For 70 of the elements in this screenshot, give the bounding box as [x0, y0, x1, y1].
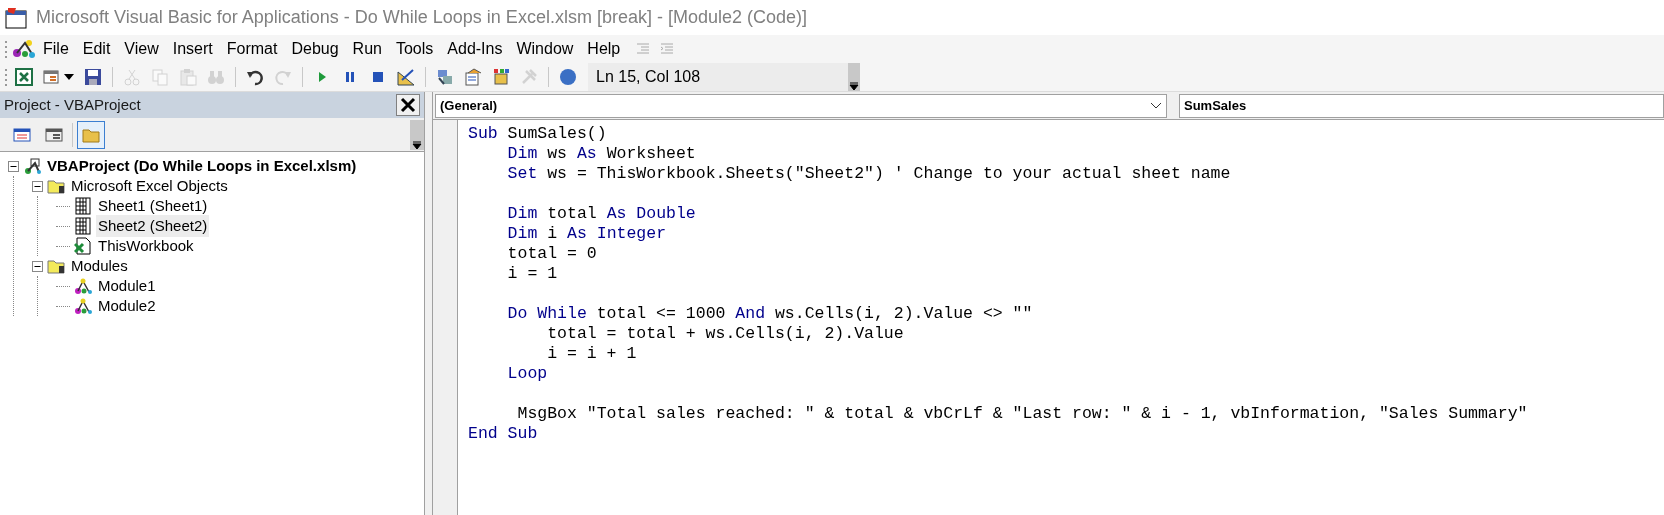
scissors-icon [123, 67, 141, 86]
workbook-icon [74, 237, 92, 255]
toolbar-overflow-button[interactable] [848, 62, 860, 91]
menu-item[interactable]: Tools [388, 36, 441, 61]
worksheet-icon [74, 217, 92, 235]
close-icon [400, 97, 416, 113]
code-line: Do While total <= 1000 And ws.Cells(i, 2).Value <> "" [507, 304, 1033, 323]
menu-item[interactable]: File [36, 36, 76, 61]
properties-icon [464, 67, 482, 86]
overflow-icon [412, 139, 422, 150]
clipboard-icon [179, 67, 197, 86]
menu-item[interactable]: Run [345, 36, 389, 61]
insert-form-icon [43, 67, 61, 86]
app-icon [4, 5, 28, 30]
code-line: Sub SumSales() [468, 124, 607, 143]
menu-item[interactable]: View [117, 36, 166, 61]
collapse-icon[interactable] [32, 180, 43, 192]
code-line: MsgBox "Total sales reached: " & total & vbCrLf & "Last row: " & i - 1, vbInformation, "Sales Summary" [516, 404, 1528, 423]
menu-item[interactable]: Add-Ins [440, 36, 510, 61]
design-mode-icon [397, 67, 415, 86]
collapse-icon[interactable] [8, 160, 19, 172]
excel-icon [15, 67, 33, 86]
code-line: Dim i As Integer [507, 224, 667, 243]
folder-icon [47, 257, 65, 275]
copy-icon [151, 67, 169, 86]
code-line: Set ws = ThisWorkbook.Sheets("Sheet2") ' Change to your actual sheet name [507, 164, 1231, 183]
code-line: Loop [507, 364, 548, 383]
code-line: i = i + 1 [547, 344, 637, 363]
collapse-icon[interactable] [32, 260, 43, 272]
hammer-icon [520, 67, 538, 86]
code-line: total = 0 [507, 244, 597, 263]
panel-title: Project - VBAProject [4, 94, 141, 115]
vba-logo-icon [12, 37, 36, 60]
grip-icon [4, 39, 8, 58]
chevron-down-icon [1150, 101, 1162, 110]
code-line: i = 1 [507, 264, 558, 283]
object-dropdown[interactable]: (General) [435, 93, 1167, 118]
code-line: total = total + ws.Cells(i, 2).Value [547, 324, 904, 343]
save-icon [84, 67, 102, 86]
project-explorer-icon [436, 67, 454, 86]
window-title: Microsoft Visual Basic for Applications - Do While Loops in Excel.xlsm [break] - [Module2 (Code)] [36, 6, 807, 29]
overflow-icon [849, 80, 859, 91]
dropdown-value: (General) [440, 96, 498, 115]
menu-item[interactable]: Debug [284, 36, 346, 61]
view-code-icon [13, 125, 31, 144]
folder-icon [47, 177, 65, 195]
menu-item[interactable]: Insert [165, 36, 220, 61]
code-line: Dim ws As Worksheet [507, 144, 696, 163]
toolbar-overflow-button[interactable] [410, 119, 424, 150]
menu-item[interactable]: Window [509, 36, 581, 61]
menu-item[interactable]: Format [219, 36, 285, 61]
procedure-dropdown[interactable]: SumSales [1179, 93, 1664, 118]
object-browser-icon [492, 67, 510, 86]
menu-item[interactable]: Edit [75, 36, 118, 61]
code-line: Dim total As Double [507, 204, 696, 223]
folder-button[interactable] [77, 120, 105, 149]
close-button[interactable] [396, 94, 420, 116]
project-icon [23, 157, 41, 175]
cursor-position: Ln 15, Col 108 [588, 62, 848, 91]
code-line: End Sub [468, 424, 538, 443]
view-object-icon [45, 125, 63, 144]
worksheet-icon [74, 197, 92, 215]
help-icon [559, 67, 577, 86]
dropdown-value: SumSales [1184, 96, 1247, 115]
grip-icon [4, 67, 8, 86]
caret-icon [64, 73, 74, 80]
module-icon [74, 297, 92, 315]
tree-item[interactable]: Sheet2 (Sheet2) [96, 214, 210, 238]
menu-item[interactable]: Help [580, 36, 628, 61]
module-icon [74, 277, 92, 295]
